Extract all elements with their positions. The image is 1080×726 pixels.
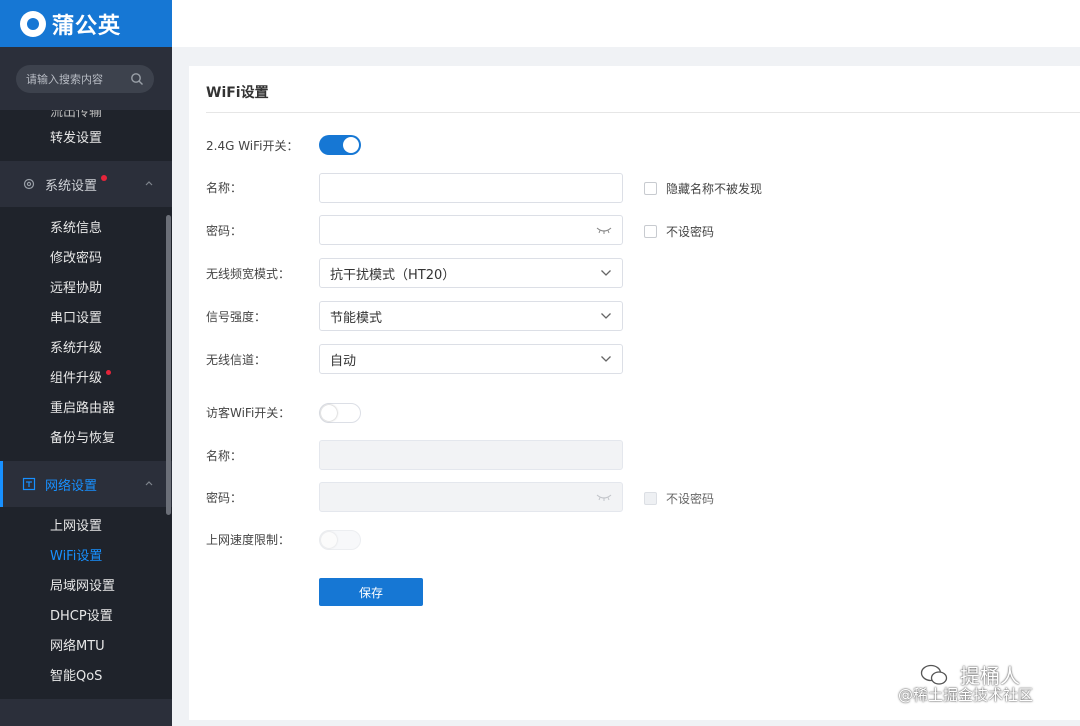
eye-closed-icon[interactable] [596, 226, 612, 234]
guest-password-label: 密码： [206, 491, 243, 505]
wifi24-switch-label: 2.4G WiFi开关： [206, 139, 299, 153]
guest-no-password-checkbox[interactable]: 不设密码 [644, 490, 714, 507]
wifi24-password-label: 密码： [206, 224, 243, 238]
sidebar-item-reboot[interactable]: 重启路由器 [0, 394, 172, 424]
search-placeholder: 请输入搜索内容 [26, 72, 103, 86]
channel-select[interactable]: 自动 [319, 344, 623, 374]
speed-limit-toggle[interactable] [319, 530, 361, 550]
checkbox-box[interactable] [644, 492, 657, 505]
sidebar-item-forwarding[interactable]: 转发设置 [0, 124, 172, 161]
sidebar-item-dhcp[interactable]: DHCP设置 [0, 602, 172, 632]
page-title: WiFi设置 [206, 85, 269, 101]
checkbox-label: 隐藏名称不被发现 [666, 182, 763, 196]
wifi24-password-field[interactable] [319, 215, 623, 245]
sidebar-group-system[interactable]: 系统设置 [0, 161, 172, 207]
sidebar: 蒲公英 请输入搜索内容 流出传输 转发设置 系统设置 系统信息 修改密码 远程协… [0, 0, 172, 726]
sidebar-group-network[interactable]: 网络设置 [0, 461, 172, 507]
bandwidth-mode-select[interactable]: 抗干扰模式（HT20） [319, 258, 623, 288]
brand-name: 蒲公英 [52, 13, 122, 39]
eye-closed-icon[interactable] [596, 493, 612, 501]
toggle-knob [321, 405, 337, 421]
sidebar-item-qos[interactable]: 智能QoS [0, 662, 172, 692]
search-area: 请输入搜索内容 [0, 47, 172, 110]
checkbox-box[interactable] [644, 225, 657, 238]
search-icon[interactable] [130, 72, 144, 86]
chevron-up-icon [144, 478, 154, 488]
wifi24-name-label: 名称： [206, 181, 243, 195]
guest-wifi-toggle[interactable] [319, 403, 361, 423]
sidebar-item-system-upgrade[interactable]: 系统升级 [0, 334, 172, 364]
toggle-knob [321, 532, 337, 548]
checkbox-label: 不设密码 [666, 225, 715, 239]
checkbox-label: 不设密码 [666, 492, 715, 506]
sidebar-group-label: 系统设置 [45, 178, 98, 194]
sidebar-item-label: 组件升级 [50, 371, 103, 386]
select-value: 节能模式 [330, 310, 383, 326]
submenu-network: 上网设置 WiFi设置 局域网设置 DHCP设置 网络MTU 智能QoS [0, 507, 172, 699]
select-value: 自动 [330, 353, 357, 369]
checkbox-box[interactable] [644, 182, 657, 195]
sidebar-search-input[interactable]: 请输入搜索内容 [16, 64, 154, 93]
sidebar-item-backup-restore[interactable]: 备份与恢复 [0, 424, 172, 454]
sidebar-group-label: 网络设置 [45, 478, 98, 494]
sidebar-item-remote-assist[interactable]: 远程协助 [0, 274, 172, 304]
wifi-settings-card: WiFi设置 2.4G WiFi开关： 名称： 隐藏名称不被发现 密码： 不设密… [189, 66, 1080, 720]
top-bar [172, 0, 1080, 47]
sidebar-item-serial-port[interactable]: 串口设置 [0, 304, 172, 334]
submenu-previous: 流出传输 转发设置 [0, 110, 172, 161]
sidebar-scrollbar[interactable] [166, 215, 171, 515]
save-button[interactable]: 保存 [319, 578, 423, 606]
sidebar-item-mtu[interactable]: 网络MTU [0, 632, 172, 662]
dandelion-logo-icon [20, 10, 46, 37]
watermark-source: @稀土掘金技术社区 [898, 686, 1034, 704]
guest-password-field[interactable] [319, 482, 623, 512]
brand-header: 蒲公英 [0, 0, 172, 47]
submenu-system: 系统信息 修改密码 远程协助 串口设置 系统升级 组件升级 重启路由器 备份与恢… [0, 207, 172, 461]
sidebar-item-change-password[interactable]: 修改密码 [0, 244, 172, 274]
chevron-down-icon [600, 355, 612, 363]
sidebar-item-partial[interactable]: 流出传输 [0, 110, 172, 124]
chevron-down-icon [600, 269, 612, 277]
notification-dot [106, 370, 111, 375]
hide-name-checkbox[interactable]: 隐藏名称不被发现 [644, 180, 762, 197]
notification-dot [101, 175, 107, 181]
select-value: 抗干扰模式（HT20） [330, 267, 456, 283]
wifi24-toggle[interactable] [319, 135, 361, 155]
gear-icon [22, 177, 36, 191]
wechat-icon [920, 664, 948, 686]
sidebar-item-lan[interactable]: 局域网设置 [0, 572, 172, 602]
chevron-down-icon [600, 312, 612, 320]
speed-limit-label: 上网速度限制： [206, 533, 291, 547]
wifi24-name-field[interactable] [319, 173, 623, 203]
guest-name-label: 名称： [206, 449, 243, 463]
sidebar-item-system-info[interactable]: 系统信息 [0, 214, 172, 244]
network-icon [22, 477, 36, 491]
guest-switch-label: 访客WiFi开关： [206, 406, 291, 420]
title-divider [206, 112, 1080, 113]
guest-name-field[interactable] [319, 440, 623, 470]
signal-strength-select[interactable]: 节能模式 [319, 301, 623, 331]
sidebar-item-wifi[interactable]: WiFi设置 [0, 542, 172, 572]
no-password-checkbox[interactable]: 不设密码 [644, 223, 714, 240]
signal-strength-label: 信号强度： [206, 310, 267, 324]
channel-label: 无线信道： [206, 353, 267, 367]
chevron-up-icon [144, 178, 154, 188]
sidebar-item-internet[interactable]: 上网设置 [0, 512, 172, 542]
toggle-knob [343, 137, 359, 153]
sidebar-item-component-upgrade[interactable]: 组件升级 [0, 364, 172, 394]
bandwidth-mode-label: 无线频宽模式： [206, 267, 291, 281]
